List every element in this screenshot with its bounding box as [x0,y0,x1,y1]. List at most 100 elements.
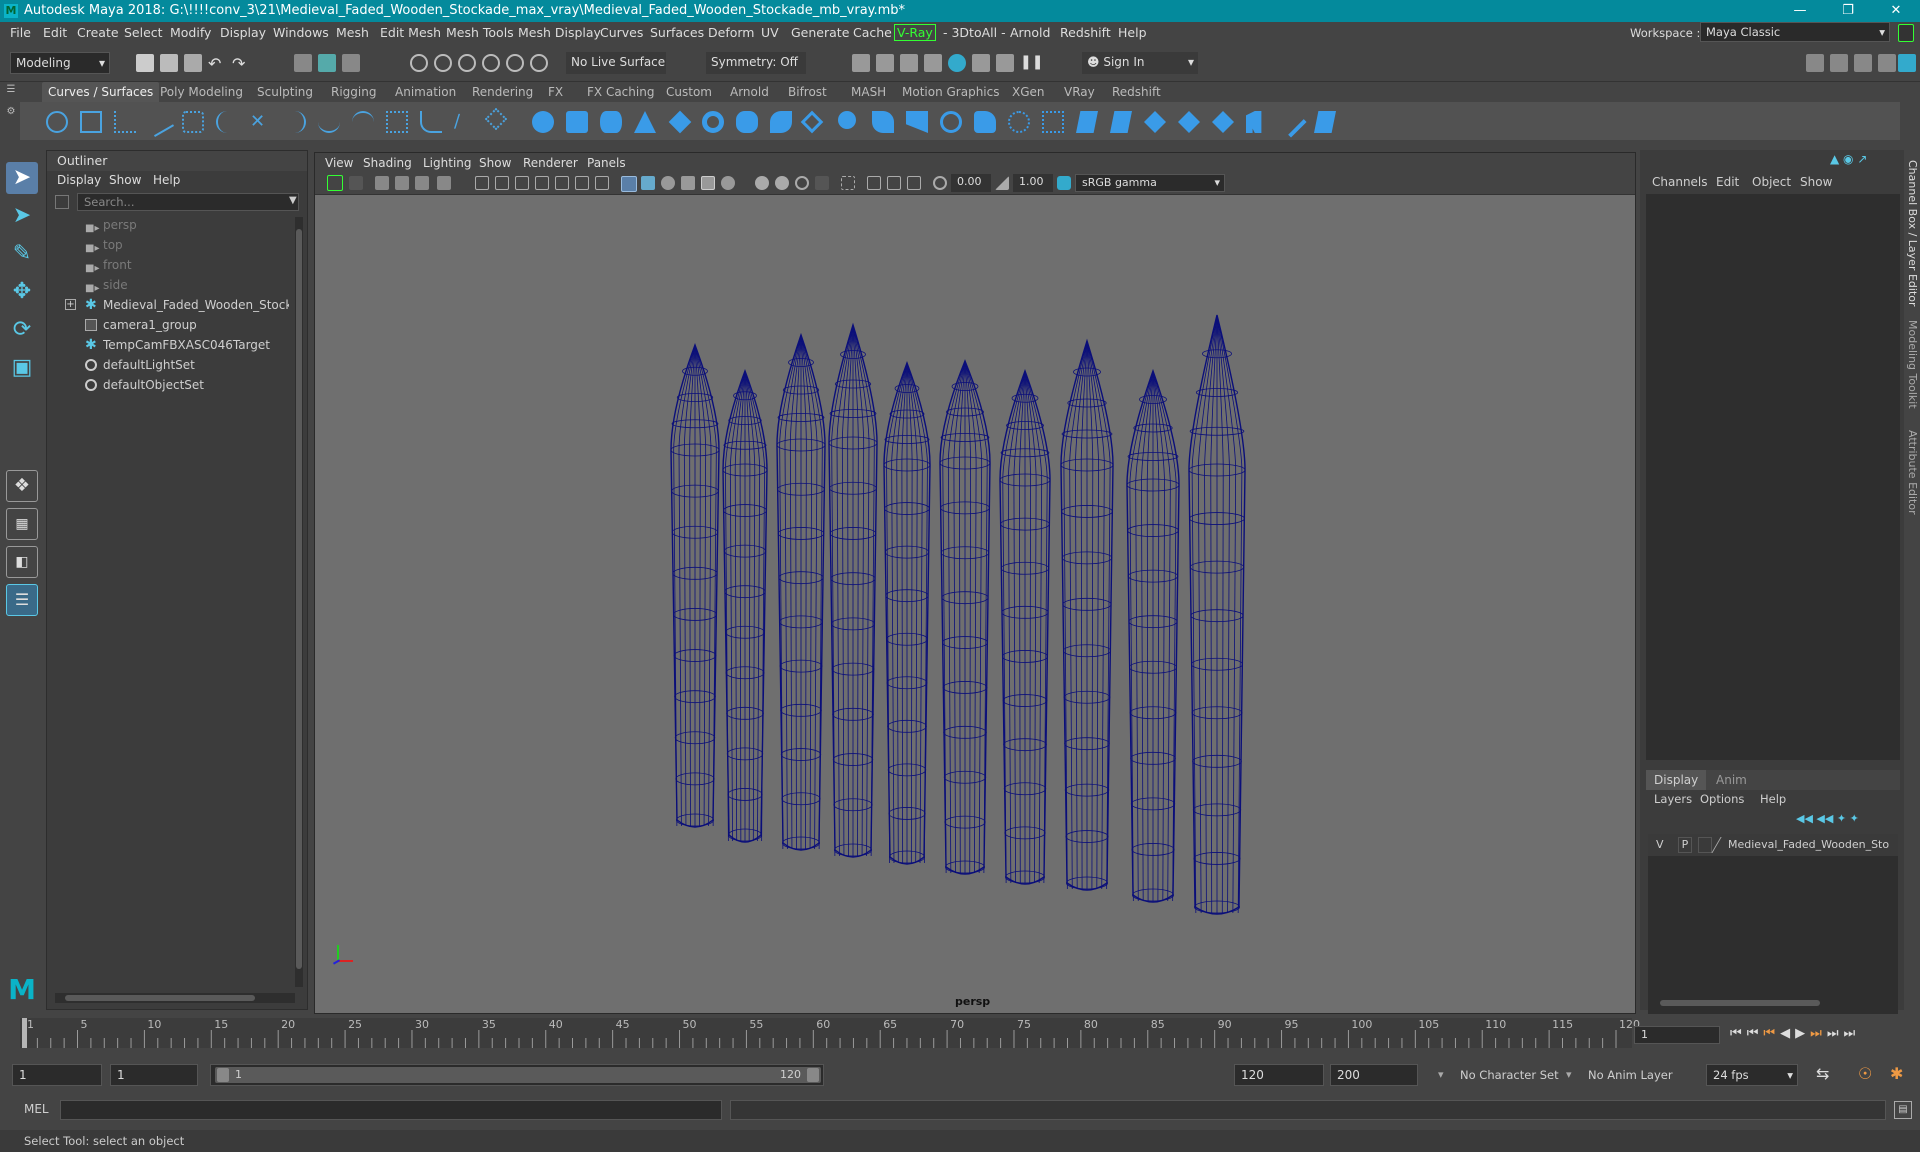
nurbs-cube-icon[interactable] [566,111,588,133]
outliner-item-camera1-group[interactable]: camera1_group [47,315,291,335]
select-tool-icon[interactable]: ➤ [6,162,38,194]
menu-file[interactable]: File [10,22,31,44]
side-tab-attribute-editor[interactable]: Attribute Editor [1906,430,1919,515]
outliner-item-tempcam-target[interactable]: ✱ TempCamFBXASC046Target [47,335,291,355]
channels-object-menu[interactable]: Object [1752,172,1791,192]
render-view-icon[interactable] [852,54,870,72]
bookmark-icon[interactable] [375,176,389,190]
shelf-tab-vray[interactable]: VRay [1058,82,1101,102]
viewport-menu-shading[interactable]: Shading [363,153,412,173]
cv-curve-icon[interactable] [114,111,136,133]
outliner-item-top[interactable]: ■▸ top [47,235,291,255]
bezier-curve-icon[interactable] [182,111,204,133]
redo-icon[interactable]: ↷ [232,54,250,73]
shelf-tab-fx-caching[interactable]: FX Caching [581,82,660,102]
select-hierarchy-icon[interactable] [294,54,312,72]
select-object-icon[interactable] [318,54,336,72]
new-layer-selected-icon[interactable]: ✦ [1850,812,1859,825]
menu-uv[interactable]: UV [761,22,779,44]
channel-sync-icon[interactable]: ◉ [1843,152,1857,166]
safe-title-icon[interactable] [595,176,609,190]
nurbs-square-icon[interactable] [80,111,102,133]
tools-icon[interactable] [996,54,1014,72]
chevron-down-icon[interactable]: ▾ [1566,1068,1572,1081]
lasso-tool-icon[interactable]: ➤ [6,200,38,232]
ipr-render-icon[interactable] [900,54,918,72]
viewport-menu-show[interactable]: Show [479,153,511,173]
frame-all-icon[interactable] [867,176,881,190]
outliner-search-input[interactable]: Search... [77,193,299,211]
shelf-tab-arnold[interactable]: Arnold [724,82,775,102]
close-button[interactable]: ✕ [1876,0,1916,22]
menu-cache[interactable]: Cache [853,22,892,44]
outliner-item-persp[interactable]: ■▸ persp [47,215,291,235]
shelf-tab-rigging[interactable]: Rigging [325,82,382,102]
nurbs-circle-icon[interactable] [46,111,68,133]
viewport-menu-panels[interactable]: Panels [587,153,626,173]
expand-icon[interactable]: + [65,299,76,310]
menu-windows[interactable]: Windows [273,22,329,44]
planar-icon[interactable] [800,110,824,134]
shelf-tab-custom[interactable]: Custom [660,82,718,102]
hypershade-icon[interactable] [972,54,990,72]
animation-preferences-icon[interactable]: ✱ [1890,1064,1903,1083]
channel-box-area[interactable] [1646,194,1900,760]
layer-options-menu[interactable]: Options [1700,790,1744,808]
viewport-menu-lighting[interactable]: Lighting [423,153,472,173]
rotate-tool-icon[interactable]: ⟳ [6,314,38,346]
outliner-vertical-scrollbar[interactable] [295,217,303,987]
trim-tool-icon[interactable] [1076,111,1098,133]
chevron-down-icon[interactable]: ▼ [289,195,297,206]
menu-deform[interactable]: Deform [708,22,754,44]
tool-settings-icon[interactable] [1878,54,1896,72]
outliner-menu-display[interactable]: Display [57,171,101,189]
snap-curve-icon[interactable] [434,54,452,72]
playback-end-field[interactable]: 120 [1234,1064,1324,1086]
single-perspective-layout-icon[interactable]: ❖ [6,470,38,502]
current-frame-field[interactable]: 1 [1634,1026,1720,1044]
animation-start-field[interactable]: 1 [12,1064,102,1086]
exposure-icon[interactable] [933,176,947,190]
layer-display-type-toggle[interactable] [1698,837,1712,853]
modeling-toolkit-icon[interactable] [1806,54,1824,72]
menu-edit-mesh[interactable]: Edit Mesh [380,22,441,44]
time-slider[interactable]: 1 5 10 15 20 25 30 35 40 45 50 55 60 65 70 75 80 85 90 95 10… [0,1014,1920,1052]
ep-curve-icon[interactable] [143,106,175,138]
shelf-tab-motion-graphics[interactable]: Motion Graphics [896,82,1006,102]
outliner-menu-help[interactable]: Help [153,171,180,189]
film-gate-icon[interactable] [495,176,509,190]
lock-icon[interactable] [1898,24,1914,42]
nurbs-plane-icon[interactable] [668,110,692,134]
new-scene-icon[interactable] [136,54,154,72]
wireframe-icon[interactable] [621,176,637,192]
layer-tab-display[interactable]: Display [1646,770,1707,790]
outliner-item-stockade[interactable]: + ✱ Medieval_Faded_Wooden_Stockade_ [47,295,291,315]
layers-menu[interactable]: Layers [1654,790,1692,808]
channel-pin-icon[interactable]: ▲ [1830,152,1843,166]
select-component-icon[interactable] [342,54,360,72]
workspace-dropdown[interactable]: Maya Classic ▾ [1700,22,1890,42]
outliner-horizontal-scrollbar[interactable] [55,993,295,1003]
image-plane-icon[interactable] [395,176,409,190]
menu-redshift[interactable]: Redshift [1060,22,1111,44]
align-surfaces-icon[interactable] [1212,111,1234,133]
fps-dropdown[interactable]: 24 fps ▾ [1706,1064,1798,1086]
auto-key-icon[interactable]: ☉ [1858,1064,1872,1083]
current-time-marker[interactable] [22,1018,27,1048]
snap-point-icon[interactable] [458,54,476,72]
outliner-layout-icon[interactable]: ☰ [6,584,38,616]
menu-curves[interactable]: Curves [600,22,643,44]
menu-create[interactable]: Create [77,22,119,44]
shelf-tab-mash[interactable]: MASH [845,82,892,102]
snap-grid-icon[interactable] [410,54,428,72]
revolve-icon[interactable] [736,111,758,133]
scrollbar-thumb[interactable] [65,995,255,1001]
play-forwards-icon[interactable]: ▶ [1795,1026,1810,1041]
layer-help-menu[interactable]: Help [1760,790,1786,808]
snap-together-icon[interactable] [530,54,548,72]
outliner-menu-show[interactable]: Show [109,171,141,189]
step-forward-key-icon[interactable]: ⏭ [1827,1026,1844,1041]
color-space-dropdown[interactable]: sRGB gamma ▾ [1075,174,1225,192]
new-layer-icon[interactable]: ✦ [1837,812,1850,825]
step-back-key-icon[interactable]: ⏮ [1747,1026,1764,1041]
